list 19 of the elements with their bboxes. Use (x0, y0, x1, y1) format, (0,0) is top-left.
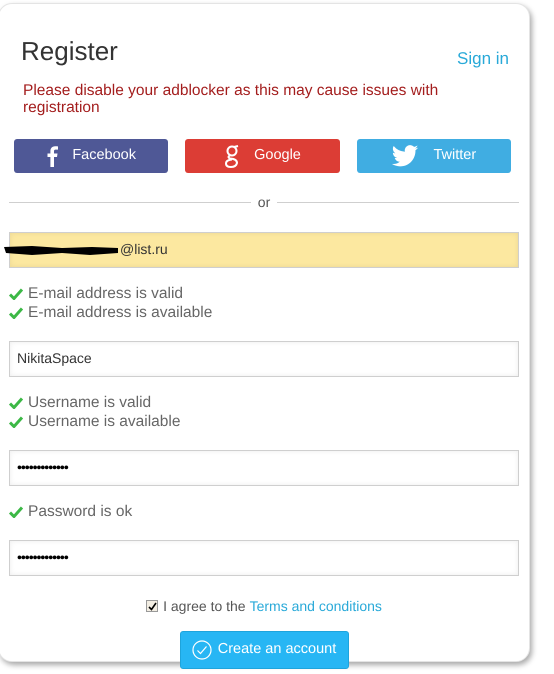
validation-message: Username is valid (28, 393, 152, 414)
facebook-login-button[interactable]: Facebook (14, 138, 168, 172)
facebook-icon (46, 144, 58, 166)
validation-message: Username is available (28, 412, 180, 432)
check-circle-icon (192, 640, 212, 660)
password-field[interactable]: ••••••••••••• (9, 450, 519, 486)
validation-message: Password is ok (28, 502, 132, 522)
username-field[interactable]: NikitaSpace (9, 340, 519, 376)
password-field[interactable]: ••••••••••••• (9, 540, 519, 576)
agree-checkbox[interactable] (146, 600, 158, 612)
google-g-icon (224, 144, 240, 168)
warning-message: Please disable your adblocker as this may cause issues with registration (22, 82, 440, 116)
page-title: Register (21, 35, 118, 68)
bird-icon (391, 144, 420, 166)
divider-label: or (256, 193, 272, 212)
google-login-button[interactable]: Google (185, 138, 340, 172)
validation-message: E-mail address is available (28, 303, 212, 324)
validation-message: E-mail address is valid (28, 284, 184, 304)
agree-label: I agree to the (163, 596, 246, 616)
